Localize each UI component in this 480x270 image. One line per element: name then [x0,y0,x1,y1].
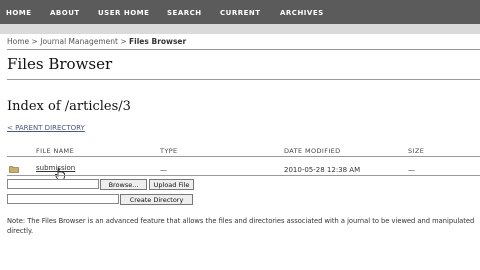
divider [7,49,480,50]
file-type: — [160,166,167,174]
nav-about[interactable]: ABOUT [50,9,80,17]
column-header-date-modified: DATE MODIFIED [284,147,341,155]
create-directory-button[interactable]: Create Directory [120,194,193,205]
nav-user-home[interactable]: USER HOME [98,9,149,17]
parent-directory-link[interactable]: < PARENT DIRECTORY [7,124,85,132]
file-size: — [408,166,415,174]
browse-button[interactable]: Browse... [100,179,147,190]
divider [7,79,480,80]
page-title: Files Browser [7,55,113,73]
nav-archives[interactable]: ARCHIVES [280,9,324,17]
breadcrumb: Home > Journal Management > Files Browse… [7,37,186,46]
index-title: Index of /articles/3 [7,99,131,114]
directory-name-input[interactable] [7,194,119,204]
table-header-divider [7,156,480,157]
nav-home[interactable]: HOME [6,9,32,17]
upload-file-button[interactable]: Upload File [149,179,194,190]
breadcrumb-journal-management[interactable]: Journal Management [40,37,118,46]
header-band [0,24,480,34]
note-text: Note: The Files Browser is an advanced f… [7,217,475,235]
breadcrumb-separator: > [31,37,38,46]
nav-search[interactable]: SEARCH [167,9,202,17]
breadcrumb-current[interactable]: Files Browser [129,37,186,46]
file-date-modified: 2010-05-28 12:38 AM [284,166,361,174]
column-header-type: TYPE [160,147,178,155]
nav-current[interactable]: CURRENT [220,9,261,17]
breadcrumb-separator: > [120,37,127,46]
upload-file-input[interactable] [7,179,99,189]
folder-icon [9,166,19,173]
column-header-file-name: FILE NAME [36,147,75,155]
top-navbar: HOME ABOUT USER HOME SEARCH CURRENT ARCH… [0,0,480,24]
table-row-divider [7,175,480,176]
breadcrumb-home[interactable]: Home [7,37,29,46]
column-header-size: SIZE [408,147,425,155]
